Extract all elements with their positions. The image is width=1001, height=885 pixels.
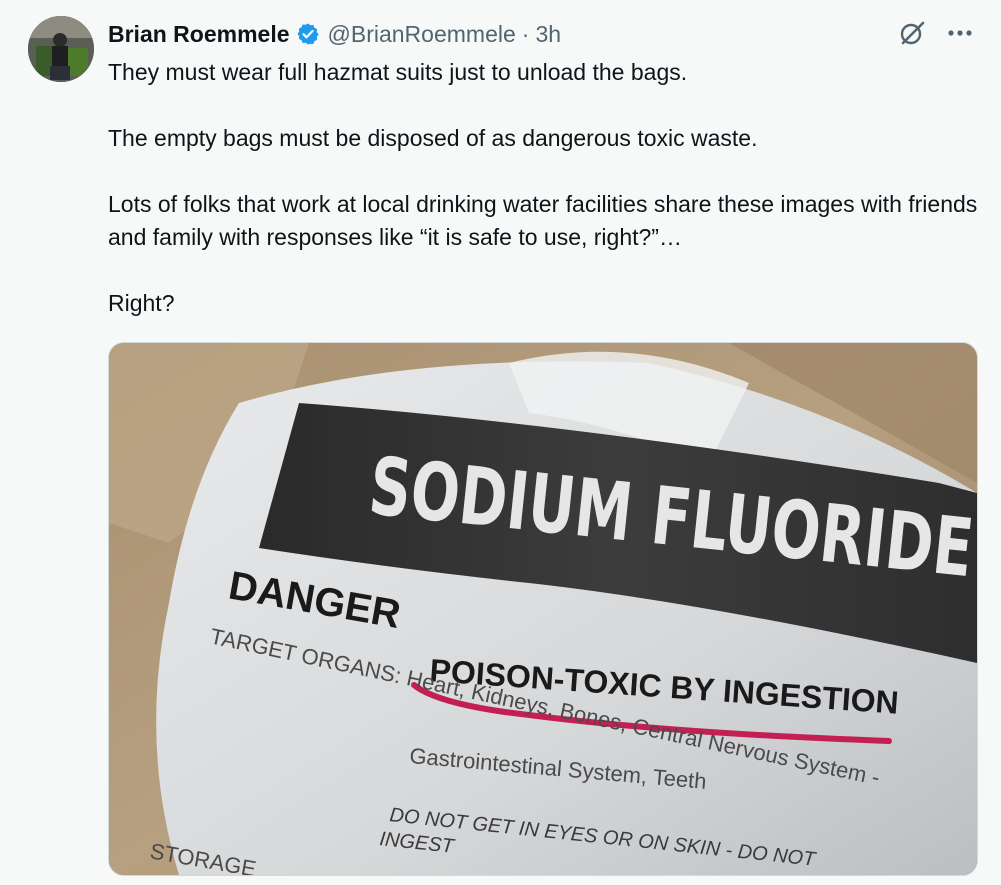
verified-badge-icon[interactable] <box>296 22 320 46</box>
author-handle[interactable]: @BrianRoemmele <box>328 21 516 48</box>
more-icon[interactable] <box>945 18 975 48</box>
tweet-actions <box>897 18 975 48</box>
tweet-text: They must wear full hazmat suits just to… <box>108 56 978 320</box>
tweet-paragraph: Right? <box>108 290 175 316</box>
avatar[interactable] <box>28 16 94 82</box>
tweet-paragraph: The empty bags must be disposed of as da… <box>108 125 758 151</box>
grok-icon[interactable] <box>897 18 927 48</box>
tweet: Brian Roemmele @BrianRoemmele · 3h They … <box>0 0 1001 885</box>
avatar-image <box>28 16 94 82</box>
tweet-paragraph: They must wear full hazmat suits just to… <box>108 59 688 85</box>
tweet-paragraph: Lots of folks that work at local drinkin… <box>108 191 978 250</box>
tweet-media-image[interactable]: SODIUM FLUORIDE DANGER POISON-TOXIC BY I… <box>108 342 978 876</box>
author-name[interactable]: Brian Roemmele <box>108 21 290 48</box>
tweet-header: Brian Roemmele @BrianRoemmele · 3h <box>108 18 561 50</box>
timestamp[interactable]: 3h <box>535 21 561 48</box>
sodium-fluoride-bag-photo: SODIUM FLUORIDE DANGER POISON-TOXIC BY I… <box>109 343 977 875</box>
separator-dot: · <box>521 20 530 47</box>
